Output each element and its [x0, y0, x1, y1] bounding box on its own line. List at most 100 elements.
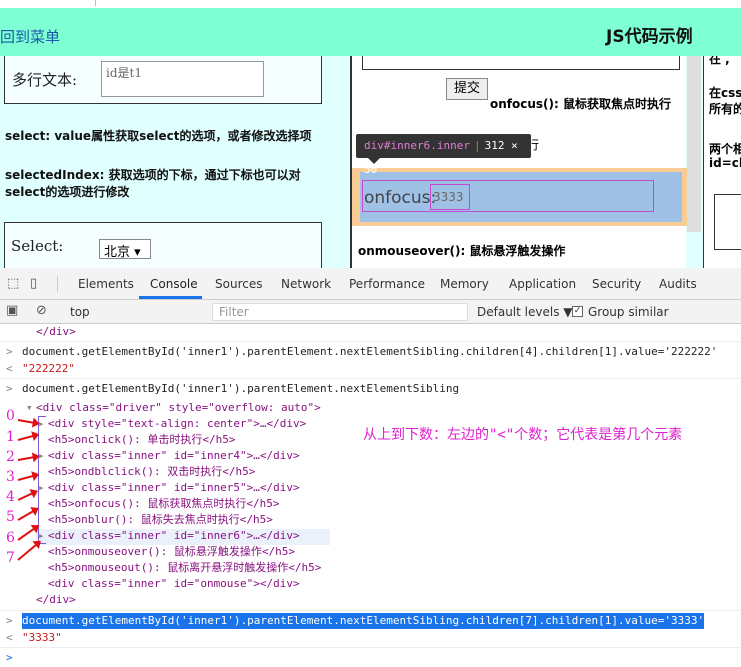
- tab-sources[interactable]: Sources: [215, 277, 262, 291]
- annotation-number: 6: [6, 530, 15, 546]
- inspect-element-icon[interactable]: ⬚: [7, 276, 19, 291]
- clear-console-icon[interactable]: ⊘: [36, 303, 47, 318]
- right-text-1: 在 ,: [709, 56, 730, 66]
- console-separator: [0, 647, 741, 648]
- annotation-number: 7: [6, 550, 15, 566]
- selected-command-text[interactable]: document.getElementById('inner1').parent…: [22, 613, 705, 629]
- tree-text[interactable]: <div class="inner" id="onmouse"></div>: [48, 576, 300, 592]
- console-result: < "222222": [0, 361, 741, 377]
- right-box: [714, 194, 741, 250]
- device-toolbar-icon[interactable]: ▯: [30, 276, 37, 291]
- tab-performance[interactable]: Performance: [349, 277, 425, 291]
- tree-line: <h5>onblur(): 鼠标失去焦点时执行</h5>: [0, 512, 741, 528]
- textarea-label: 多行文本:: [12, 71, 78, 89]
- console-command: > document.getElementById('inner1').paren…: [0, 344, 741, 360]
- tab-network[interactable]: Network: [281, 277, 331, 291]
- tab-security[interactable]: Security: [592, 277, 641, 291]
- annotation-note: 从上到下数：左边的"<"个数；它代表是第几个元素: [363, 427, 683, 443]
- active-tab-indicator: [139, 296, 202, 299]
- tab-console[interactable]: Console: [150, 277, 198, 291]
- annotation-number: 2: [6, 449, 15, 465]
- tree-text[interactable]: </div>: [36, 592, 76, 608]
- prompt-icon: >: [6, 614, 13, 627]
- tree-text[interactable]: <h5>onmouseover(): 鼠标悬浮触发操作</h5>: [48, 544, 295, 560]
- annotation-number: 5: [6, 509, 15, 525]
- tree-line: <h5>onfocus(): 鼠标获取焦点时执行</h5>: [0, 496, 741, 512]
- filter-input[interactable]: Filter: [212, 303, 468, 321]
- console-command: > document.getElementById('inner1').paren…: [0, 381, 741, 397]
- select-box: Select:: [4, 222, 322, 268]
- onfocus-desc: onfocus(): 鼠标获取焦点时执行: [490, 97, 671, 111]
- inner-box: [362, 56, 680, 70]
- onmouseover-desc: onmouseover(): 鼠标悬浮触发操作: [358, 244, 566, 258]
- devtools-tabbar: ⬚ ▯ Elements Console Sources Network Per…: [0, 268, 741, 300]
- command-text[interactable]: document.getElementById('inner1').parent…: [22, 344, 717, 360]
- tree-text[interactable]: <h5>ondblclick(): 双击时执行</h5>: [48, 464, 255, 480]
- tree-text[interactable]: <div class="driver" style="overflow: aut…: [36, 400, 321, 416]
- sidebar-toggle-icon[interactable]: ▣: [6, 303, 18, 318]
- tooltip-arrow: [368, 158, 380, 164]
- tree-line: <h5>onmouseover(): 鼠标悬浮触发操作</h5>: [0, 544, 741, 560]
- tab-application[interactable]: Application: [509, 277, 576, 291]
- log-levels-dropdown[interactable]: Default levels ▼: [477, 305, 573, 319]
- back-to-menu-link[interactable]: 回到菜单: [0, 26, 60, 47]
- tree-text[interactable]: <div class="inner" id="inner6">…</div>: [48, 528, 300, 544]
- console-separator: [0, 341, 741, 342]
- select-label: Select:: [11, 237, 64, 255]
- group-similar-checkbox[interactable]: ✓: [572, 306, 583, 317]
- tree-line: ▾ <div class="driver" style="overflow: au…: [0, 400, 741, 416]
- tab-memory[interactable]: Memory: [440, 277, 489, 291]
- tooltip-divider: |: [473, 139, 481, 152]
- tree-line: </div>: [0, 592, 741, 608]
- right-column: 在 , 在css 所有的 两个相 id=ch: [703, 56, 741, 268]
- multiline-textarea[interactable]: id是t1: [101, 61, 264, 97]
- selectedindex-desc-2: select的选项进行修改: [5, 185, 130, 199]
- right-text-5: id=ch: [709, 156, 741, 170]
- inspect-tooltip: div#inner6.inner | 312 × 50: [356, 134, 531, 176]
- tree-text[interactable]: <h5>onmouseout(): 鼠标离开悬浮时触发操作</h5>: [48, 560, 321, 576]
- annotation-number: 3: [6, 469, 15, 485]
- page-scrollbar[interactable]: [687, 56, 701, 232]
- event-demo-panel: 提交 onfocus(): 鼠标获取焦点时执行 行 onfocus: 3333 …: [350, 56, 688, 268]
- console-toolbar: ▣ ⊘ top Filter Default levels ▼ ✓ Group …: [0, 300, 741, 324]
- tree-text[interactable]: <h5>onclick(): 单击时执行</h5>: [48, 432, 235, 448]
- annotation-number: 4: [6, 489, 15, 505]
- tab-elements[interactable]: Elements: [78, 277, 134, 291]
- console-line: </div>: [0, 324, 741, 340]
- console-output: </div> > document.getElementById('inner1'…: [0, 324, 741, 667]
- tab-audits[interactable]: Audits: [659, 277, 697, 291]
- right-text-4: 两个相: [709, 142, 741, 156]
- tree-text[interactable]: <h5>onfocus(): 鼠标获取焦点时执行</h5>: [48, 496, 279, 512]
- tree-text[interactable]: <h5>onblur(): 鼠标失去焦点时执行</h5>: [48, 512, 273, 528]
- console-command: > document.getElementById('inner1').paren…: [0, 613, 741, 629]
- tree-line: ▸ <div class="inner" id="inner4">…</div>: [0, 448, 741, 464]
- page-title: JS代码示例: [606, 27, 693, 47]
- textarea-box: 多行文本: id是t1: [4, 56, 322, 104]
- onfocus-label: onfocus:: [364, 188, 437, 208]
- console-separator: [0, 610, 741, 611]
- tree-text[interactable]: <div class="inner" id="inner5">…</div>: [48, 480, 300, 496]
- input-prompt-icon: >: [6, 651, 13, 664]
- annotation-number: 1: [6, 429, 15, 445]
- right-text-3: 所有的: [709, 102, 741, 116]
- submit-button[interactable]: 提交: [446, 78, 488, 100]
- page-header: 回到菜单 JS代码示例: [0, 8, 741, 56]
- console-prompt[interactable]: >: [0, 650, 741, 666]
- onfocus-input[interactable]: 3333: [430, 184, 470, 210]
- right-text-2: 在css: [709, 86, 741, 100]
- console-separator: [0, 378, 741, 379]
- result-text: "3333": [22, 631, 62, 644]
- context-selector[interactable]: top: [70, 305, 90, 319]
- tree-line: ▸ <div class="inner" id="inner5">…</div>: [0, 480, 741, 496]
- prompt-icon: >: [6, 382, 13, 395]
- city-select-value: 北京: [104, 245, 131, 260]
- group-similar-label: Group similar: [588, 305, 669, 319]
- tree-text[interactable]: <div class="inner" id="inner4">…</div>: [48, 448, 300, 464]
- tree-text[interactable]: <div style="text-align: center">…</div>: [48, 416, 306, 432]
- closing-tag: </div>: [36, 325, 76, 338]
- collapse-triangle-icon[interactable]: ▾: [26, 400, 33, 416]
- command-text[interactable]: document.getElementById('inner1').parent…: [22, 381, 459, 397]
- city-select[interactable]: 北京 ▾: [99, 239, 151, 260]
- tooltip-selector: div#inner6.inner: [364, 139, 470, 152]
- tree-line: <h5>ondblclick(): 双击时执行</h5>: [0, 464, 741, 480]
